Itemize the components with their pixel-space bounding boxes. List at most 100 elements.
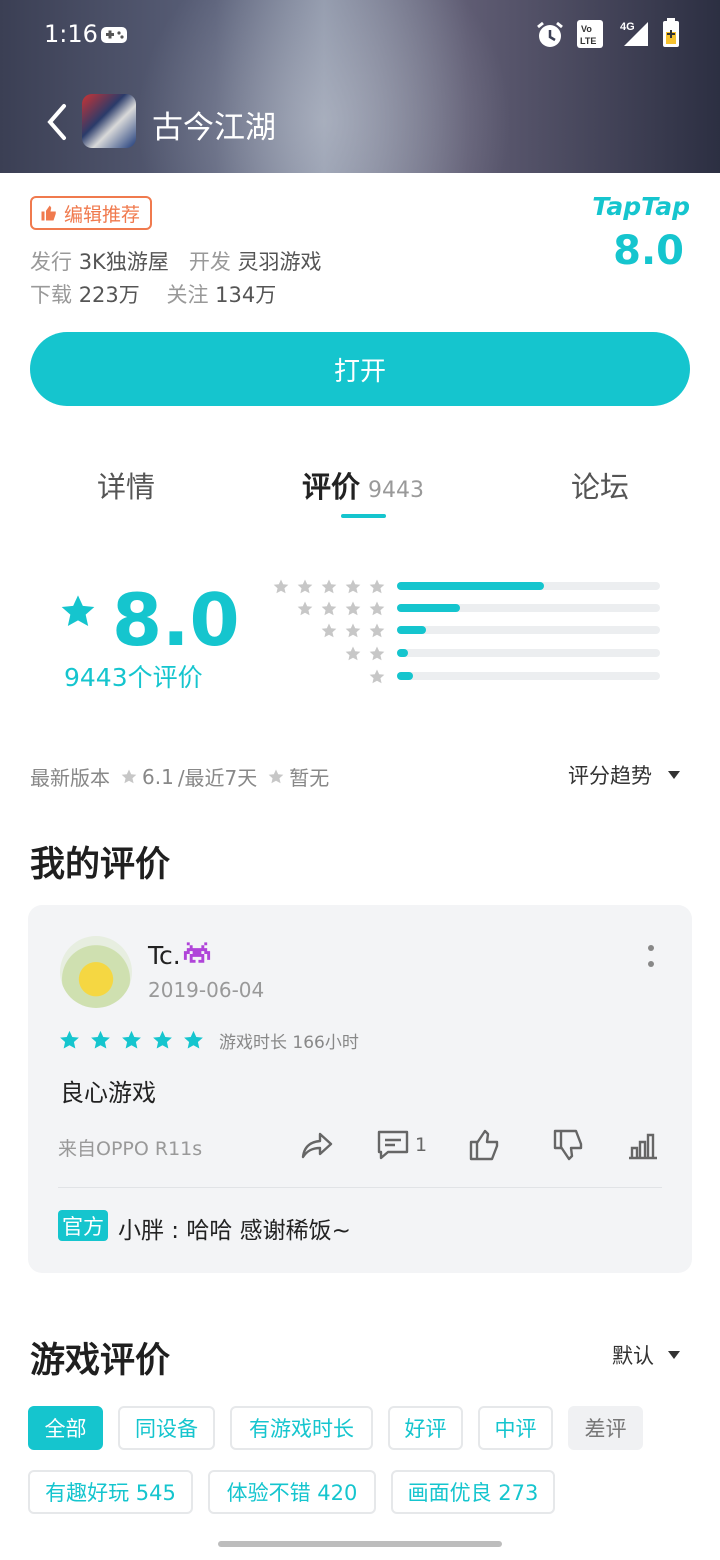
star-icon <box>151 1029 174 1052</box>
star-icon <box>320 622 338 640</box>
svg-text:Vo: Vo <box>581 24 592 34</box>
star-icon <box>320 600 338 618</box>
star-icon <box>368 622 386 640</box>
tab-indicator <box>341 514 386 518</box>
more-options-icon[interactable] <box>643 944 659 970</box>
tag-good-experience[interactable]: 体验不错 420 <box>208 1470 376 1514</box>
official-reply[interactable]: 小胖 : 哈哈 感谢稀饭~ <box>118 1211 351 1245</box>
review-date: 2019-06-04 <box>148 978 265 1002</box>
rating-bar-track <box>397 672 660 680</box>
badge-label: 编辑推荐 <box>64 203 141 226</box>
star-icon <box>320 578 338 596</box>
comment-icon[interactable] <box>376 1128 410 1162</box>
developer-name[interactable]: 灵羽游戏 <box>238 250 322 274</box>
rating-bar-fill <box>397 649 408 657</box>
rating-trend-dropdown[interactable]: 评分趋势 <box>568 760 680 790</box>
rating-bar-fill <box>397 672 413 680</box>
avatar[interactable] <box>60 936 132 1008</box>
filter-all[interactable]: 全部 <box>28 1406 103 1450</box>
star-icon <box>344 578 362 596</box>
share-icon[interactable] <box>300 1128 334 1162</box>
space-invader-icon <box>183 942 210 963</box>
star-icon <box>344 600 362 618</box>
publisher-info: 发行 3K独游屋 开发 灵羽游戏 <box>30 250 322 274</box>
filter-playtime[interactable]: 有游戏时长 <box>230 1406 373 1450</box>
rating-bar-3-star <box>262 622 662 638</box>
review-stars: 游戏时长 166小时 <box>58 1028 359 1053</box>
review-device: 来自OPPO R11s <box>58 1138 203 1160</box>
star-icon <box>368 645 386 663</box>
app-icon <box>82 94 136 148</box>
star-icon <box>58 592 98 632</box>
rating-bar-1-star <box>262 668 662 684</box>
star-icon <box>368 600 386 618</box>
my-review-title: 我的评价 <box>30 845 171 885</box>
tag-good-graphics[interactable]: 画面优良 273 <box>391 1470 555 1514</box>
rating-score: 8.0 <box>112 578 240 662</box>
stats-icon[interactable] <box>626 1128 660 1162</box>
game-reviews-title: 游戏评价 <box>30 1341 171 1381</box>
back-icon[interactable] <box>40 100 80 144</box>
header-score: 8.0 <box>613 228 684 274</box>
rating-bar-fill <box>397 582 545 590</box>
thumbs-up-icon <box>41 205 56 221</box>
battery-icon <box>663 18 679 47</box>
filter-neutral[interactable]: 中评 <box>478 1406 553 1450</box>
caret-down-icon <box>668 1351 680 1359</box>
playtime: 游戏时长 166小时 <box>219 1033 359 1053</box>
svg-text:4G: 4G <box>620 21 635 33</box>
star-icon <box>182 1029 205 1052</box>
filter-same-device[interactable]: 同设备 <box>118 1406 215 1450</box>
star-icon <box>58 1029 81 1052</box>
taptap-logo: TapTap <box>592 192 690 221</box>
gamepad-icon <box>101 27 127 43</box>
home-indicator[interactable] <box>218 1541 502 1547</box>
comment-count: 1 <box>415 1134 428 1156</box>
rating-bar-5-star <box>262 578 662 594</box>
alarm-icon <box>537 21 563 47</box>
rating-bar-track <box>397 582 660 590</box>
status-time: 1:16 <box>44 20 98 48</box>
tab-details[interactable]: 详情 <box>97 464 155 506</box>
publisher-name[interactable]: 3K独游屋 <box>79 250 169 274</box>
rating-bar-track <box>397 649 660 657</box>
tab-forum[interactable]: 论坛 <box>571 464 629 506</box>
star-icon <box>344 622 362 640</box>
rating-count: 9443个评价 <box>64 663 203 692</box>
sort-dropdown[interactable]: 默认 <box>612 1340 680 1370</box>
rating-bar-track <box>397 626 660 634</box>
rating-bar-fill <box>397 626 426 634</box>
tab-reviews[interactable]: 评价 9443 <box>302 464 424 506</box>
star-icon <box>296 578 314 596</box>
star-icon <box>296 600 314 618</box>
caret-down-icon <box>668 771 680 779</box>
tag-fun[interactable]: 有趣好玩 545 <box>28 1470 193 1514</box>
star-icon <box>120 768 138 786</box>
open-button[interactable]: 打开 <box>30 332 690 406</box>
star-icon <box>368 668 386 686</box>
star-icon <box>120 1029 143 1052</box>
filter-negative[interactable]: 差评 <box>568 1406 643 1450</box>
filter-positive[interactable]: 好评 <box>388 1406 463 1450</box>
rating-bar-4-star <box>262 600 662 616</box>
rating-bar-2-star <box>262 645 662 661</box>
rating-bar-fill <box>397 604 461 612</box>
version-rating: 最新版本 6.1/最近7天 暂无 <box>30 764 330 791</box>
rating-bar-track <box>397 604 660 612</box>
like-icon[interactable] <box>468 1128 502 1162</box>
svg-text:LTE: LTE <box>580 36 596 46</box>
star-icon <box>344 645 362 663</box>
dislike-icon[interactable] <box>552 1128 586 1162</box>
volte-icon: Vo LTE <box>577 20 603 48</box>
star-icon <box>368 578 386 596</box>
divider <box>58 1187 662 1188</box>
star-icon <box>267 768 285 786</box>
review-text: 良心游戏 <box>60 1079 156 1107</box>
stats-info: 下载 223万 关注 134万 <box>30 283 277 307</box>
star-icon <box>272 578 290 596</box>
star-icon <box>89 1029 112 1052</box>
editor-recommend-badge: 编辑推荐 <box>30 196 153 230</box>
signal-icon: 4G <box>620 21 648 46</box>
username[interactable]: Tc. <box>148 940 213 970</box>
app-title: 古今江湖 <box>152 110 276 146</box>
